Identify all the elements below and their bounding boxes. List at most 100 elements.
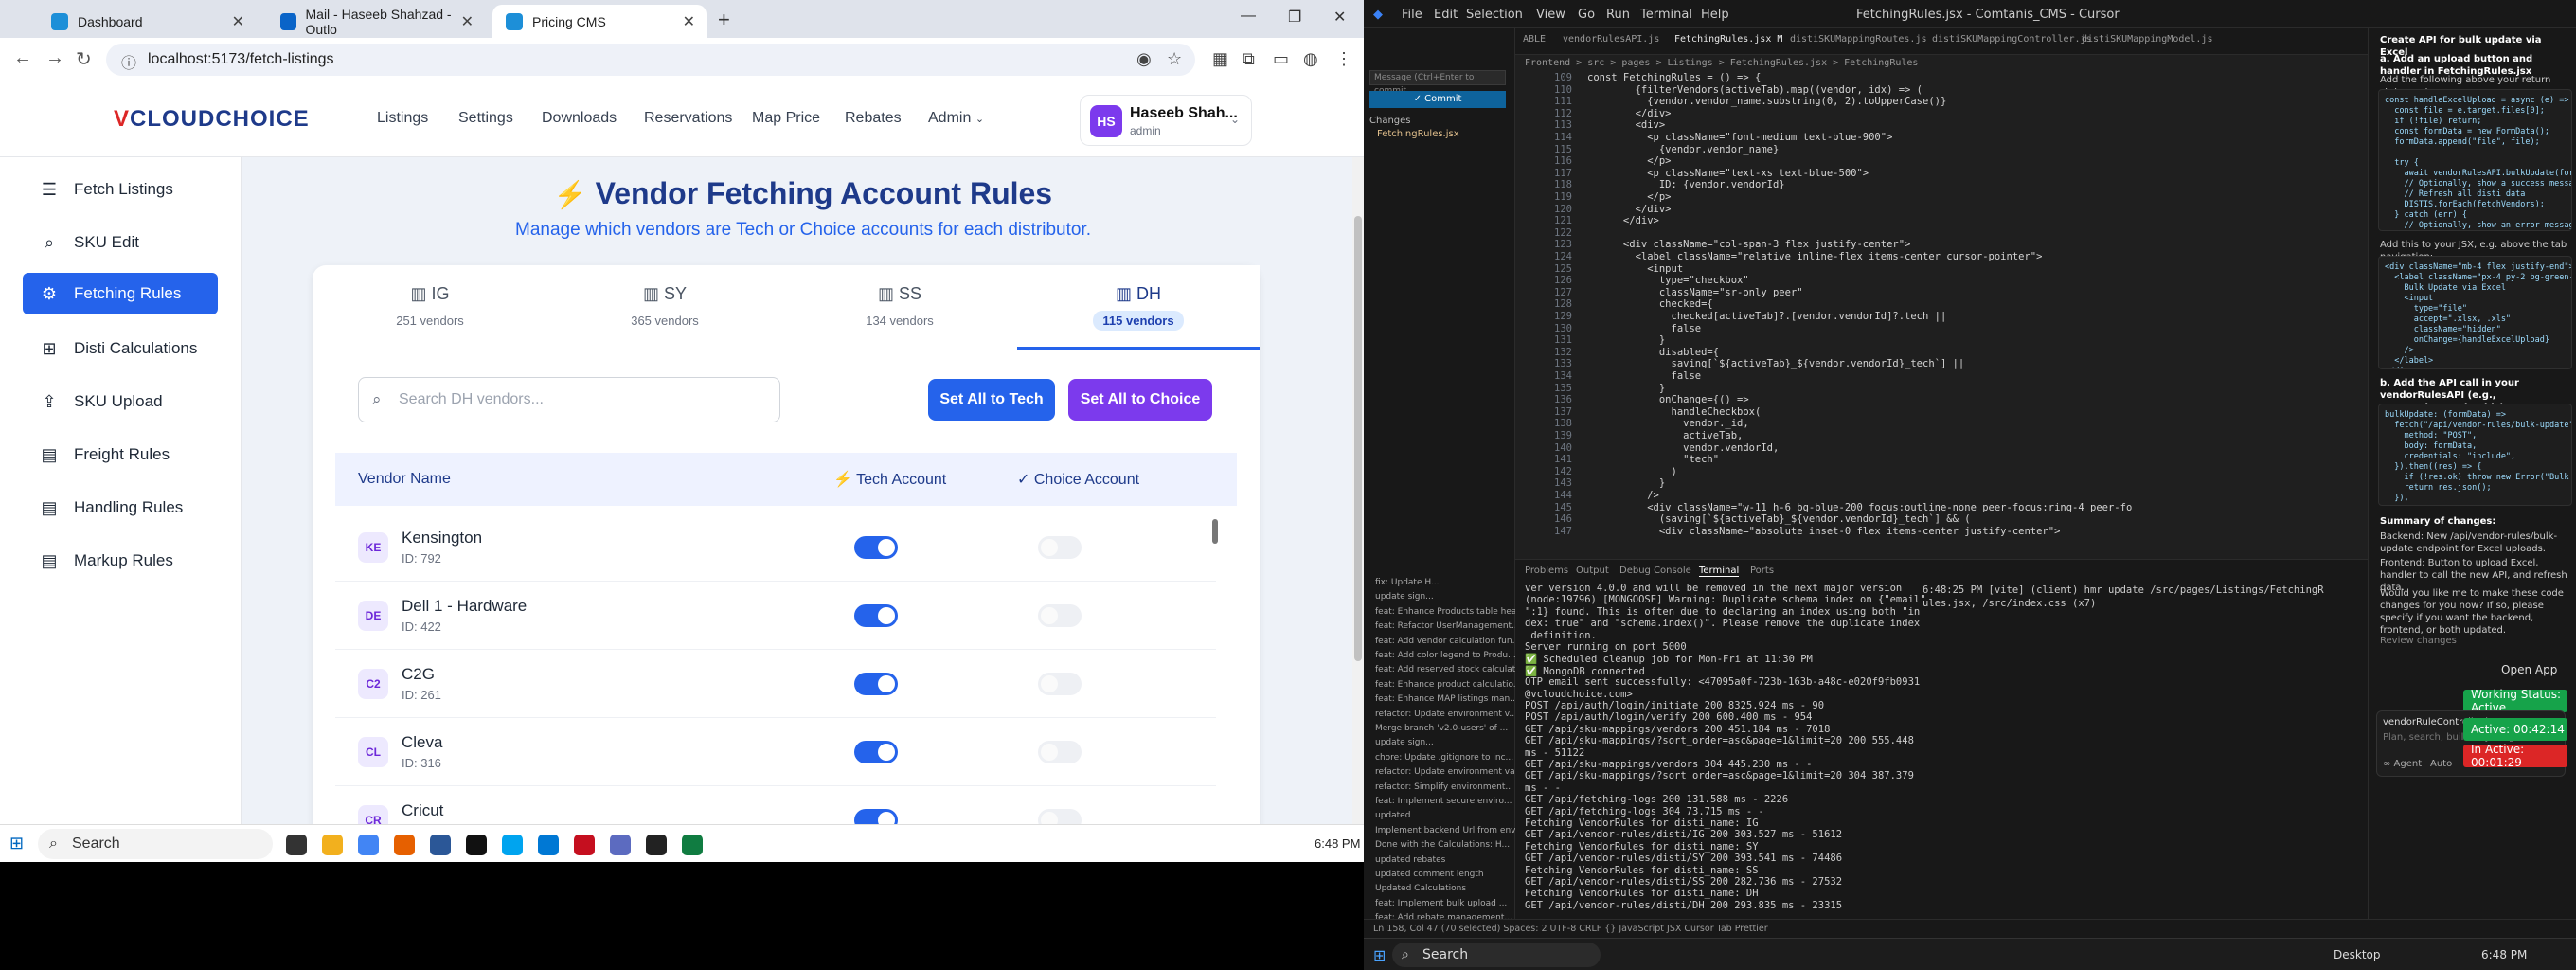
- code-line[interactable]: vendor._id,: [1587, 418, 1749, 429]
- menu-go[interactable]: Go: [1578, 8, 1595, 22]
- nav-reservations[interactable]: Reservations: [644, 110, 732, 127]
- close-icon[interactable]: ✕: [461, 12, 474, 31]
- set-all-choice-button[interactable]: Set All to Choice: [1068, 379, 1212, 421]
- nav-map-price[interactable]: Map Price: [752, 110, 820, 127]
- code-line[interactable]: false: [1587, 323, 1702, 334]
- forward-icon[interactable]: →: [45, 47, 64, 69]
- tab-sy[interactable]: ▥ SY 365 vendors: [547, 265, 782, 350]
- code-line[interactable]: <p className="text-xs text-blue-500">: [1587, 168, 1869, 179]
- code-line[interactable]: }: [1587, 334, 1665, 346]
- sidebar-item-fetching-rules[interactable]: ⚙ Fetching Rules: [23, 273, 218, 314]
- minimize-icon[interactable]: —: [1241, 8, 1256, 25]
- code-line[interactable]: }: [1587, 383, 1665, 394]
- code-line[interactable]: {vendor.vendor_name}: [1587, 144, 1779, 155]
- code-line[interactable]: <p className="font-medium text-blue-900"…: [1587, 132, 1892, 143]
- new-tab-icon[interactable]: +: [718, 8, 730, 32]
- panel-tab-problems[interactable]: Problems: [1525, 566, 1568, 576]
- tech-account-toggle[interactable]: [854, 604, 898, 627]
- tab-pricing-cms[interactable]: Pricing CMS ✕: [492, 5, 707, 38]
- menu-icon[interactable]: ⋮: [1335, 49, 1352, 69]
- hide-eye-icon[interactable]: ◉: [1136, 49, 1152, 69]
- commit-item[interactable]: updated rebates: [1375, 855, 1445, 865]
- code-line[interactable]: <div className="w-11 h-6 bg-blue-200 foc…: [1587, 502, 2132, 513]
- review-changes-link[interactable]: Review changes: [2380, 635, 2569, 647]
- code-line[interactable]: type="checkbox": [1587, 275, 1749, 286]
- code-line[interactable]: }: [1587, 477, 1665, 489]
- code-line[interactable]: checked[activeTab]?.[vendor.vendorId]?.t…: [1587, 311, 1947, 322]
- page-scroll-thumb[interactable]: [1354, 216, 1362, 661]
- menu-help[interactable]: Help: [1701, 8, 1729, 22]
- editor-tab[interactable]: distiSKUMappingController.js: [1932, 34, 2092, 45]
- site-info-icon[interactable]: ⓘ: [121, 50, 136, 73]
- code-line[interactable]: false: [1587, 370, 1702, 382]
- agent-selector[interactable]: ∞ Agent: [2383, 759, 2422, 769]
- menu-run[interactable]: Run: [1606, 8, 1630, 22]
- sidebar-icon[interactable]: ▭: [1273, 49, 1289, 69]
- chat-code-block[interactable]: bulkUpdate: (formData) => fetch("/api/ve…: [2378, 404, 2572, 506]
- code-line[interactable]: vendor.vendorId,: [1587, 442, 1779, 454]
- code-line[interactable]: const FetchingRules = () => {: [1587, 72, 1761, 83]
- code-line[interactable]: <div>: [1587, 119, 1666, 131]
- menu-edit[interactable]: Edit: [1434, 8, 1458, 22]
- commit-item[interactable]: feat: Implement secure enviro...: [1375, 797, 1512, 806]
- commit-item[interactable]: Updated Calculations: [1375, 884, 1466, 893]
- chat-code-block[interactable]: const handleExcelUpload = async (e) => {…: [2378, 89, 2572, 231]
- choice-account-toggle[interactable]: [1038, 741, 1082, 763]
- table-scroll-thumb[interactable]: [1212, 519, 1218, 544]
- tab-dh[interactable]: ▥ DH 115 vendors: [1017, 265, 1260, 350]
- choice-account-toggle[interactable]: [1038, 604, 1082, 627]
- code-line[interactable]: ): [1587, 466, 1677, 477]
- commit-item[interactable]: Done with the Calculations: H...: [1375, 840, 1510, 850]
- chat-code-block[interactable]: <div className="mb-4 flex justify-end"> …: [2378, 256, 2572, 369]
- menu-selection[interactable]: Selection: [1466, 8, 1523, 22]
- commit-item[interactable]: chore: Update .gitignore to inc...: [1375, 753, 1513, 763]
- menu-terminal[interactable]: Terminal: [1640, 8, 1692, 22]
- tab-mail[interactable]: Mail - Haseeb Shahzad - Outlo ✕: [267, 5, 485, 38]
- table-scrollbar[interactable]: [1210, 513, 1220, 824]
- open-app-button[interactable]: Open App: [2501, 663, 2557, 676]
- maximize-icon[interactable]: ❐: [1288, 8, 1301, 27]
- panel-tab-terminal[interactable]: Terminal: [1699, 566, 1740, 577]
- menu-file[interactable]: File: [1402, 8, 1422, 22]
- commit-button[interactable]: ✓ Commit: [1369, 91, 1506, 108]
- code-line[interactable]: />: [1587, 490, 1659, 501]
- extensions-grid-icon[interactable]: ▦: [1212, 49, 1228, 69]
- app-icon[interactable]: [502, 835, 523, 855]
- code-lines[interactable]: 109 const FetchingRules = () => {110 {fil…: [1515, 72, 2368, 559]
- sidebar-item-handling-rules[interactable]: ▤ Handling Rules: [23, 487, 218, 529]
- code-line[interactable]: <div className="absolute inset-0 flex it…: [1587, 526, 2061, 537]
- sidebar-item-fetch-listings[interactable]: ☰ Fetch Listings: [23, 169, 218, 210]
- editor-tab[interactable]: ABLE: [1523, 34, 1546, 45]
- task-view-icon[interactable]: [286, 835, 307, 855]
- changed-file[interactable]: FetchingRules.jsx: [1377, 129, 1459, 139]
- close-icon[interactable]: ✕: [232, 12, 244, 31]
- changes-label[interactable]: Changes: [1369, 116, 1411, 126]
- tab-dashboard[interactable]: Dashboard ✕: [38, 5, 256, 38]
- commit-item[interactable]: Merge branch 'v2.0-users' of ...: [1375, 724, 1508, 733]
- bookmark-star-icon[interactable]: ☆: [1167, 49, 1182, 69]
- vscode-icon[interactable]: [610, 835, 631, 855]
- nav-settings[interactable]: Settings: [458, 110, 513, 127]
- sidebar-item-freight-rules[interactable]: ▤ Freight Rules: [23, 434, 218, 476]
- panel-tab-debug[interactable]: Debug Console: [1619, 566, 1691, 576]
- back-icon[interactable]: ←: [13, 47, 32, 69]
- editor-tab[interactable]: vendorRulesAPI.js: [1563, 34, 1659, 45]
- choice-account-toggle[interactable]: [1038, 536, 1082, 559]
- code-line[interactable]: {vendor.vendor_name.substring(0, 2).toUp…: [1587, 96, 1946, 107]
- commit-item[interactable]: refactor: Update environment va...: [1375, 767, 1523, 777]
- cursor-icon[interactable]: [646, 835, 667, 855]
- code-line[interactable]: </p>: [1587, 191, 1671, 203]
- code-line[interactable]: onChange={() =>: [1587, 394, 1749, 405]
- code-line[interactable]: "tech": [1587, 454, 1719, 465]
- set-all-tech-button[interactable]: Set All to Tech: [928, 379, 1055, 421]
- commit-item[interactable]: updated comment length: [1375, 870, 1484, 879]
- logo[interactable]: VCLOUDCHOICE: [114, 106, 310, 133]
- sidebar-item-sku-edit[interactable]: ⌕ SKU Edit: [23, 222, 218, 263]
- code-line[interactable]: (saving[`${activeTab}_${vendor.vendorId}…: [1587, 513, 1971, 525]
- firefox-icon[interactable]: [394, 835, 415, 855]
- reload-icon[interactable]: ↻: [76, 47, 92, 71]
- code-line[interactable]: </div>: [1587, 108, 1672, 119]
- code-line[interactable]: <div className="col-span-3 flex justify-…: [1587, 239, 1910, 250]
- commit-item[interactable]: fix: Update H...: [1375, 578, 1440, 587]
- page-scrollbar[interactable]: [1352, 157, 1364, 824]
